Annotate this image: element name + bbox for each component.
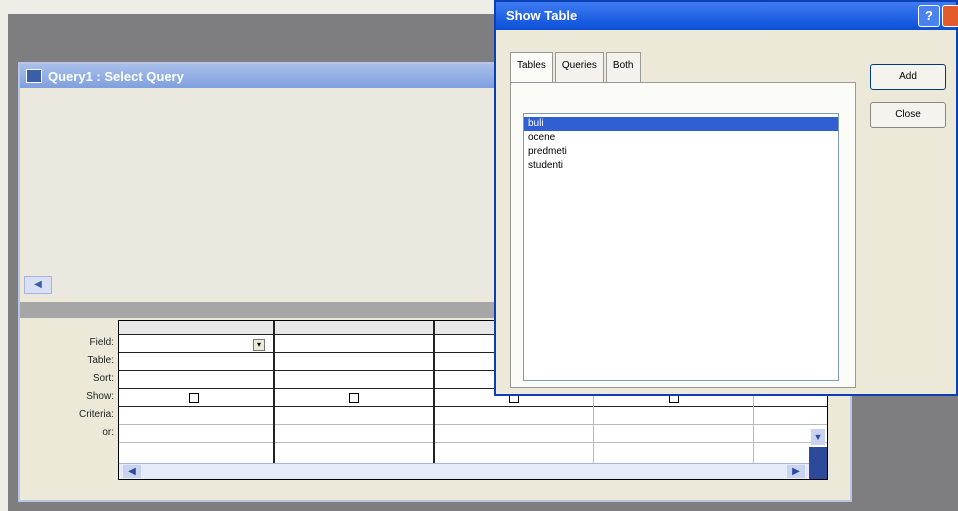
tab-tables[interactable]: Tables [510,52,553,84]
query-icon [26,69,42,83]
row-label-field: Field: [89,337,114,348]
tab-queries[interactable]: Queries [554,52,604,82]
tables-list[interactable]: buli ocene predmeti studenti [523,113,839,381]
row-label-criteria: Criteria: [78,409,114,420]
scroll-left-arrow-icon[interactable]: ◀ [123,465,141,478]
show-table-dialog: Show Table ? Tables Queries Both buli oc… [494,0,958,396]
grid-row-labels: Field: Table: Sort: Show: Criteria: or: [24,334,118,442]
close-window-icon[interactable] [942,5,958,27]
close-button[interactable]: Close [870,102,946,128]
list-item[interactable]: studenti [524,159,838,173]
list-item[interactable]: buli [524,117,838,131]
add-button[interactable]: Add [870,64,946,90]
table-pane[interactable] [24,90,494,298]
show-table-titlebar[interactable]: Show Table [496,2,956,30]
tab-both[interactable]: Both [605,52,641,82]
show-table-tabs: Tables Queries Both [510,52,643,84]
grid-corner-size-box [809,447,827,479]
show-checkbox[interactable] [189,393,199,403]
row-label-show: Show: [86,391,114,402]
scroll-right-arrow-icon[interactable]: ▶ [787,465,805,478]
field-dropdown-arrow-icon[interactable]: ▾ [253,339,265,351]
grid-scroll-down-button[interactable]: ▼ [811,429,825,445]
show-table-title: Show Table [506,8,578,23]
grid-column-divider[interactable] [273,321,275,479]
row-label-table: Table: [87,355,114,366]
grid-row-criteria[interactable] [119,407,827,425]
help-button[interactable]: ? [918,5,940,27]
table-pane-scroll-left-button[interactable]: ◀ [24,276,52,294]
query-window-title: Query1 : Select Query [48,68,184,84]
row-label-or: or: [102,427,114,438]
grid-row-or[interactable] [119,425,827,443]
list-item[interactable]: predmeti [524,145,838,159]
grid-column-divider[interactable] [433,321,435,479]
grid-horizontal-scrollbar[interactable]: ◀ ▶ [119,463,825,479]
show-checkbox[interactable] [349,393,359,403]
row-label-sort: Sort: [92,373,114,384]
list-item[interactable]: ocene [524,131,838,145]
tables-tab-panel: buli ocene predmeti studenti [510,82,856,388]
